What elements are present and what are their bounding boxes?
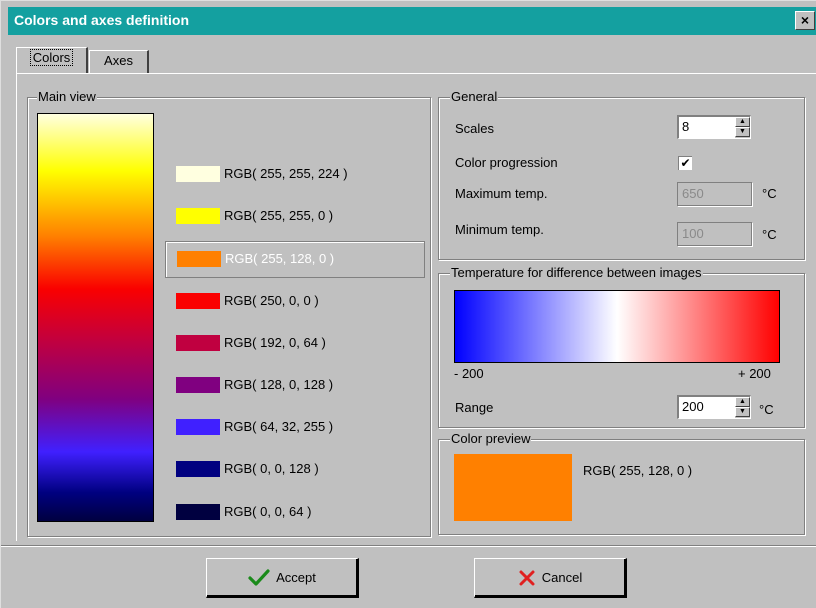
- color-preview-label: Color preview: [450, 431, 532, 446]
- maximum-temp-value: 650: [682, 186, 704, 201]
- difference-max-label: + 200: [738, 366, 771, 381]
- tab-axes-label: Axes: [104, 53, 133, 68]
- color-swatch: [176, 419, 220, 435]
- scales-label: Scales: [455, 121, 495, 136]
- spin-up-icon[interactable]: ▲: [735, 117, 750, 127]
- cancel-button-label: Cancel: [541, 570, 583, 585]
- minimum-temp-field: 100: [677, 222, 752, 246]
- color-rgb-label: RGB( 0, 0, 128 ): [224, 461, 319, 476]
- color-rgb-label: RGB( 0, 0, 64 ): [224, 504, 312, 519]
- tab-colors-label: Colors: [29, 49, 74, 66]
- maximum-temp-field: 650: [677, 182, 752, 206]
- scales-value: 8: [682, 119, 690, 134]
- color-preview-swatch: [454, 454, 572, 521]
- color-swatch: [176, 461, 220, 477]
- range-value: 200: [682, 399, 704, 414]
- color-list-item[interactable]: RGB( 128, 0, 128 ): [165, 368, 425, 405]
- color-swatch: [176, 293, 220, 309]
- color-rgb-label: RGB( 192, 0, 64 ): [224, 335, 326, 350]
- close-button[interactable]: ×: [795, 11, 815, 30]
- range-spinner[interactable]: 200 ▲ ▼: [677, 395, 751, 419]
- range-unit: °C: [759, 402, 774, 417]
- color-rgb-label: RGB( 255, 128, 0 ): [225, 251, 335, 266]
- accept-button[interactable]: Accept: [206, 558, 359, 598]
- color-rgb-label: RGB( 255, 255, 0 ): [224, 208, 334, 223]
- color-list-item[interactable]: RGB( 192, 0, 64 ): [165, 326, 425, 363]
- scales-spin-buttons[interactable]: ▲ ▼: [735, 117, 750, 138]
- main-view-label: Main view: [37, 89, 97, 104]
- general-label: General: [450, 89, 499, 104]
- scales-spinner[interactable]: 8 ▲ ▼: [677, 115, 751, 139]
- color-list-item[interactable]: RGB( 0, 0, 128 ): [165, 452, 425, 489]
- window-title: Colors and axes definition: [14, 12, 190, 28]
- color-swatch: [176, 166, 220, 182]
- colors-axes-dialog: Colors and axes definition × Colors Axes…: [0, 0, 816, 608]
- color-list-item[interactable]: RGB( 255, 255, 0 ): [165, 199, 425, 236]
- spin-up-icon[interactable]: ▲: [735, 397, 750, 407]
- main-view-gradient-bar: [37, 113, 154, 522]
- range-label: Range: [455, 400, 494, 415]
- accept-button-label: Accept: [276, 570, 316, 585]
- color-rgb-label: RGB( 255, 255, 224 ): [224, 166, 348, 181]
- checkmark-icon: [248, 568, 270, 586]
- tab-axes[interactable]: Axes: [89, 50, 149, 73]
- cancel-button[interactable]: Cancel: [474, 558, 627, 598]
- title-bar: Colors and axes definition ×: [8, 7, 816, 35]
- color-list-item[interactable]: RGB( 250, 0, 0 ): [165, 284, 425, 321]
- minimum-temp-unit: °C: [762, 227, 777, 242]
- color-rgb-label: RGB( 64, 32, 255 ): [224, 419, 334, 434]
- color-rgb-label: RGB( 250, 0, 0 ): [224, 293, 319, 308]
- color-swatch: [176, 335, 220, 351]
- spin-down-icon[interactable]: ▼: [735, 407, 750, 417]
- color-swatch: [176, 377, 220, 393]
- x-icon: [519, 570, 535, 585]
- color-progression-label: Color progression: [455, 155, 558, 170]
- minimum-temp-label: Minimum temp.: [455, 222, 544, 237]
- color-list-item[interactable]: RGB( 64, 32, 255 ): [165, 410, 425, 447]
- range-spin-buttons[interactable]: ▲ ▼: [735, 397, 750, 418]
- spin-down-icon[interactable]: ▼: [735, 127, 750, 137]
- maximum-temp-unit: °C: [762, 186, 777, 201]
- color-list-item[interactable]: RGB( 255, 128, 0 ): [165, 241, 425, 278]
- tab-colors[interactable]: Colors: [16, 47, 88, 73]
- minimum-temp-value: 100: [682, 226, 704, 241]
- color-list-item[interactable]: RGB( 0, 0, 64 ): [165, 495, 425, 532]
- difference-gradient-bar: [454, 290, 780, 363]
- difference-min-label: - 200: [454, 366, 484, 381]
- difference-label: Temperature for difference between image…: [450, 265, 703, 280]
- close-icon: ×: [800, 12, 810, 28]
- color-rgb-label: RGB( 128, 0, 128 ): [224, 377, 334, 392]
- color-swatch: [177, 251, 221, 267]
- color-preview-text: RGB( 255, 128, 0 ): [583, 463, 693, 478]
- color-progression-checkbox[interactable]: ✔: [678, 156, 692, 170]
- color-swatch: [176, 208, 220, 224]
- maximum-temp-label: Maximum temp.: [455, 186, 548, 201]
- color-list-item[interactable]: RGB( 255, 255, 224 ): [165, 157, 425, 194]
- color-swatch: [176, 504, 220, 520]
- checkmark-icon: ✔: [680, 156, 691, 170]
- footer-separator: [1, 545, 816, 547]
